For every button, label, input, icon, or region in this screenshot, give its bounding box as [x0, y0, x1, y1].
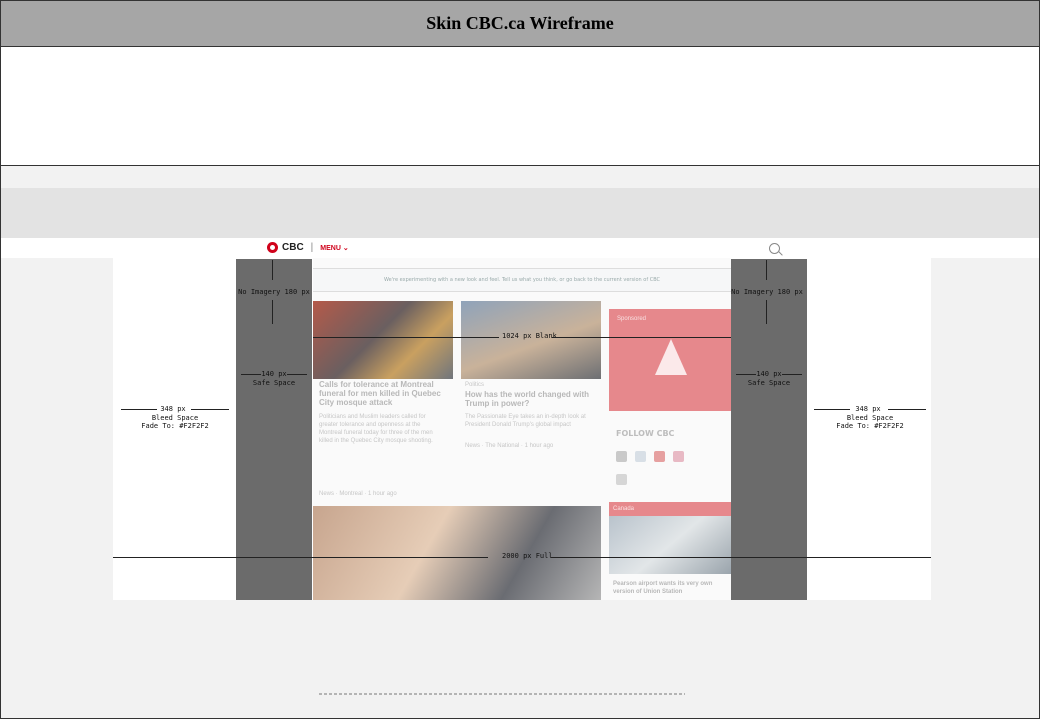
story-image[interactable]	[313, 301, 453, 379]
dimension-line	[782, 374, 802, 375]
dimension-line	[313, 337, 499, 338]
story-image[interactable]	[609, 516, 731, 574]
wireframe-title: Skin CBC.ca Wireframe	[1, 1, 1039, 47]
search-icon[interactable]	[769, 243, 780, 254]
full-width-label: 2000 px Full	[502, 552, 553, 560]
dimension-line	[241, 374, 261, 375]
story-meta: News · Montreal · 1 hour ago	[319, 491, 397, 497]
story-image[interactable]	[461, 301, 601, 379]
dimension-line	[552, 337, 731, 338]
blank-width-label: 1024 px Blank	[502, 332, 557, 340]
dimension-line	[113, 557, 488, 558]
dimension-line	[736, 374, 756, 375]
story-summary: Politicians and Muslim leaders called fo…	[319, 414, 433, 444]
dimension-line	[272, 300, 273, 324]
wireframe-frame: Skin CBC.ca Wireframe CBC | MENU ⌄ We're…	[0, 0, 1040, 719]
news-bar: Canada	[609, 502, 731, 516]
fade-color-label: Fade To: #F2F2F2	[836, 422, 904, 430]
footer-text	[319, 693, 685, 695]
story-kicker: Politics	[465, 382, 485, 388]
dimension-line	[287, 374, 307, 375]
no-imagery-label: No Imagery 180 px	[731, 288, 803, 296]
dimension-line	[888, 409, 926, 410]
cbc-logo[interactable]: CBC | MENU ⌄	[267, 242, 349, 253]
bleed-width: 348 px	[160, 405, 186, 413]
cbc-gem-icon	[267, 242, 278, 253]
story-headline[interactable]: Calls for tolerance at Montreal funeral …	[319, 380, 449, 407]
youtube-icon[interactable]	[654, 451, 665, 462]
twitter-icon[interactable]	[635, 451, 646, 462]
news-bar-label: Canada	[613, 506, 635, 512]
dimension-line	[814, 409, 850, 410]
dimension-line	[766, 260, 767, 280]
story-meta: News · The National · 1 hour ago	[465, 443, 554, 449]
safe-space-label: Safe Space	[747, 379, 791, 387]
safe-space-width: 140 px	[756, 370, 782, 378]
rss-icon[interactable]	[616, 474, 627, 485]
ad-block[interactable]: Sponsored	[609, 309, 731, 411]
no-imagery-zone-right	[731, 259, 807, 600]
top-band	[1, 188, 1039, 238]
follow-title: FOLLOW CBC	[616, 429, 675, 438]
page-content: We're experimenting with a new look and …	[313, 258, 731, 600]
story-image[interactable]	[313, 506, 601, 600]
instagram-icon[interactable]	[673, 451, 684, 462]
dimension-line	[272, 260, 273, 280]
bleed-label: Bleed Space	[151, 414, 199, 422]
story-headline[interactable]: How has the world changed with Trump in …	[465, 390, 595, 408]
no-imagery-label: No Imagery 180 px	[238, 288, 310, 296]
bleed-label: Bleed Space	[846, 414, 894, 422]
menu-separator: |	[310, 242, 314, 253]
bleed-width: 348 px	[855, 405, 881, 413]
story-headline[interactable]: Pearson airport wants its very own versi…	[613, 580, 729, 596]
menu-button[interactable]: MENU ⌄	[320, 244, 348, 252]
logo-text: CBC	[282, 242, 304, 253]
safe-space-label: Safe Space	[252, 379, 296, 387]
ad-caption: Sponsored	[617, 316, 647, 322]
dimension-line	[551, 557, 931, 558]
safe-space-width: 140 px	[261, 370, 287, 378]
blank-band	[1, 47, 1039, 166]
fade-color-label: Fade To: #F2F2F2	[141, 422, 209, 430]
facebook-icon[interactable]	[616, 451, 627, 462]
no-imagery-zone-left	[236, 259, 312, 600]
dimension-line	[191, 409, 229, 410]
dimension-line	[121, 409, 157, 410]
feedback-banner[interactable]: We're experimenting with a new look and …	[313, 268, 731, 292]
dimension-line	[766, 300, 767, 324]
story-summary: The Passionate Eye takes an in-depth loo…	[465, 414, 586, 428]
skin-canvas: CBC | MENU ⌄ We're experimenting with a …	[1, 166, 1039, 718]
jet-icon	[655, 339, 687, 375]
site-header	[1, 238, 1039, 258]
